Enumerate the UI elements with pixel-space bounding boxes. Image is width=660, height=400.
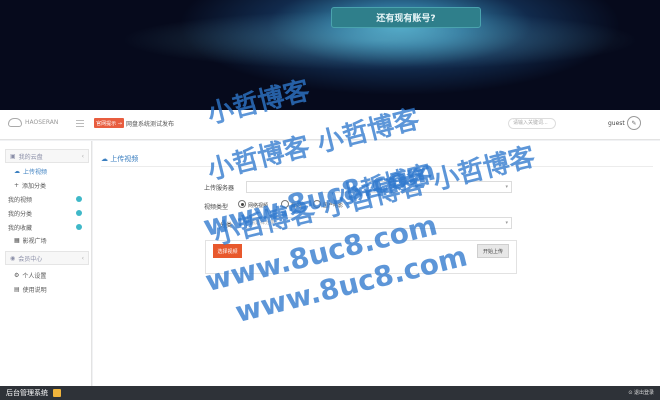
- folder-icon: ▣: [10, 152, 16, 160]
- start-upload-button[interactable]: 开始上传: [477, 244, 509, 258]
- sidebar-item-label: 上传视频: [23, 168, 48, 176]
- footer-bar: 后台管理系统 ⊙ 退出登录: [0, 386, 660, 400]
- sidebar-item-my-videos[interactable]: 我的视频: [6, 193, 88, 205]
- pencil-icon: ✎: [631, 119, 637, 127]
- notice-text[interactable]: 网盘系统测试发布: [126, 119, 174, 128]
- sidebar-group-label: 会员中心: [18, 255, 43, 263]
- sidebar-item-label: 我的视频: [8, 196, 33, 204]
- gear-icon: ⚙: [14, 271, 20, 279]
- hero-banner: 还有现有账号?: [0, 0, 660, 110]
- sidebar-item-movie-square[interactable]: ▦ 影视广场: [6, 234, 88, 246]
- count-badge: [76, 210, 82, 216]
- sidebar-group-cloud[interactable]: ▣ 我的云盘 ‹: [5, 149, 89, 163]
- sidebar-item-my-categories[interactable]: 我的分类: [6, 207, 88, 219]
- sidebar-item-label: 使用说明: [22, 286, 47, 294]
- breadcrumb: ☁ 上传视频: [101, 154, 138, 164]
- sidebar-item-upload[interactable]: ☁ 上传视频: [6, 165, 88, 177]
- count-badge: [76, 224, 82, 230]
- cloud-logo-icon: [8, 118, 22, 127]
- user-name[interactable]: guest: [608, 120, 625, 127]
- sidebar-item-label: 我的分类: [8, 210, 33, 218]
- cloud-icon: ☁: [14, 167, 20, 175]
- logout-link[interactable]: ⊙ 退出登录: [628, 389, 654, 396]
- sidebar-item-help[interactable]: ▤ 使用说明: [6, 283, 88, 295]
- count-badge: [76, 196, 82, 202]
- avatar[interactable]: ✎: [627, 116, 641, 130]
- page-title: 上传视频: [110, 155, 139, 163]
- film-icon: ▦: [14, 236, 20, 244]
- sidebar-item-label: 添加分类: [22, 182, 47, 190]
- footer-title: 后台管理系统: [6, 389, 48, 397]
- chevron-down-icon: ▾: [505, 184, 508, 190]
- user-icon: ◉: [10, 254, 16, 262]
- chevron-left-icon: ‹: [81, 254, 84, 262]
- logo[interactable]: HAOSERAN: [8, 118, 58, 127]
- search-input[interactable]: 请输入关键词...: [508, 118, 556, 129]
- sidebar-item-label: 个人设置: [22, 272, 47, 280]
- sidebar-item-label: 我的收藏: [8, 224, 33, 232]
- sidebar-item-favorites[interactable]: 我的收藏: [6, 221, 88, 233]
- cloud-icon: ☁: [101, 155, 111, 163]
- chevron-down-icon: ▾: [505, 220, 508, 226]
- app-icon: [53, 389, 61, 397]
- sidebar-item-label: 影视广场: [22, 237, 47, 245]
- notice-badge[interactable]: 官网提示 →: [94, 118, 124, 128]
- doc-icon: ▤: [14, 285, 20, 293]
- plus-icon: +: [14, 181, 20, 189]
- sidebar: ▣ 我的云盘 ‹ ☁ 上传视频 + 添加分类 我的视频 我的分类 我的收藏 ▦ 影视广…: [0, 141, 92, 386]
- existing-account-button[interactable]: 还有现有账号?: [331, 7, 481, 28]
- menu-toggle-icon[interactable]: [76, 120, 84, 127]
- logo-text: HAOSERAN: [25, 119, 59, 126]
- sidebar-item-settings[interactable]: ⚙ 个人设置: [6, 269, 88, 281]
- sidebar-item-add-category[interactable]: + 添加分类: [6, 179, 88, 191]
- sidebar-group-label: 我的云盘: [18, 153, 43, 161]
- sidebar-group-member[interactable]: ◉ 会员中心 ‹: [5, 251, 89, 265]
- chevron-left-icon: ‹: [81, 152, 84, 160]
